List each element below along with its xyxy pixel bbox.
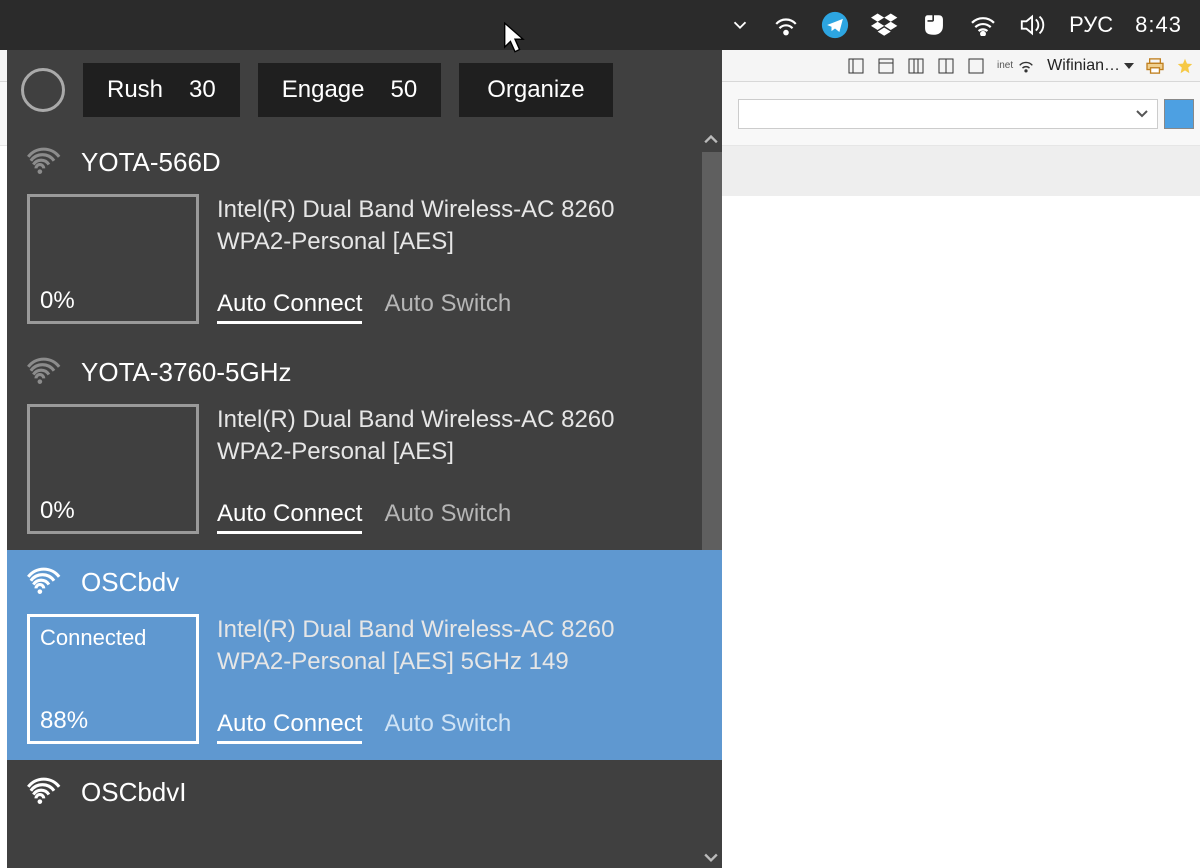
network-item[interactable]: YOTA-3760-5GHz 0% Intel(R) Dual Band Wirel… — [7, 340, 722, 550]
network-header[interactable]: YOTA-566D — [7, 130, 722, 194]
auto-connect-toggle[interactable]: Auto Connect — [217, 290, 362, 324]
star-icon[interactable] — [1176, 57, 1194, 75]
signal-percent: 0% — [40, 287, 186, 315]
network-ssid: OSCbdvI — [81, 777, 187, 808]
network-body: 0% Intel(R) Dual Band Wireless-AC 8260WPA… — [7, 404, 722, 550]
engage-button[interactable]: Engage 50 — [258, 63, 441, 117]
organize-label: Organize — [487, 76, 584, 104]
network-header[interactable]: OSCbdvI — [7, 760, 722, 824]
dropdown-field[interactable] — [738, 99, 1158, 129]
network-actions: Auto Connect Auto Switch — [217, 290, 702, 324]
rush-value: 30 — [189, 76, 216, 104]
chevron-down-icon[interactable] — [729, 14, 751, 36]
network-item[interactable]: OSCbdv Connected 88% Intel(R) Dual Band Wir… — [7, 550, 722, 760]
network-ssid: YOTA-566D — [81, 147, 221, 178]
adapter-text: Intel(R) Dual Band Wireless-AC 8260WPA2-… — [217, 194, 702, 259]
telegram-icon[interactable] — [821, 11, 849, 39]
system-taskbar: РУС 8:43 — [0, 0, 1200, 50]
layout-icon-4[interactable] — [937, 57, 955, 75]
printer-icon[interactable] — [1146, 57, 1164, 75]
wifi-panel: Rush 30 Engage 50 Organize YOTA-566D 0% In… — [7, 50, 722, 868]
engage-label: Engage — [282, 76, 365, 104]
network-info: Intel(R) Dual Band Wireless-AC 8260WPA2-… — [217, 194, 702, 324]
chevron-down-icon — [1135, 110, 1149, 118]
dropdown-caret-icon — [1124, 63, 1134, 69]
adapter-text: Intel(R) Dual Band Wireless-AC 8260WPA2-… — [217, 404, 702, 469]
signal-percent: 0% — [40, 497, 186, 525]
system-clock[interactable]: 8:43 — [1135, 12, 1182, 38]
wifi-signal-icon — [27, 147, 63, 177]
wifi-tray-icon[interactable] — [969, 14, 997, 36]
network-ssid: YOTA-3760-5GHz — [81, 357, 291, 388]
auto-connect-toggle[interactable]: Auto Connect — [217, 710, 362, 744]
wifi-signal-icon — [27, 357, 63, 387]
signal-box[interactable]: 0% — [27, 194, 199, 324]
wifi-signal-icon — [27, 777, 63, 807]
network-body: Connected 88% Intel(R) Dual Band Wireless-… — [7, 614, 722, 760]
adapter-text: Intel(R) Dual Band Wireless-AC 8260WPA2-… — [217, 614, 702, 679]
evernote-icon[interactable] — [921, 12, 947, 38]
auto-switch-toggle[interactable]: Auto Switch — [384, 290, 511, 324]
network-status — [40, 415, 186, 439]
rush-button[interactable]: Rush 30 — [83, 63, 240, 117]
signal-box[interactable]: Connected 88% — [27, 614, 199, 744]
network-info: Intel(R) Dual Band Wireless-AC 8260WPA2-… — [217, 614, 702, 744]
layout-icon-3[interactable] — [907, 57, 925, 75]
network-item[interactable]: YOTA-566D 0% Intel(R) Dual Band Wireless-A… — [7, 130, 722, 340]
signal-percent: 88% — [40, 707, 186, 735]
menu-text: Wifinian… — [1047, 57, 1120, 75]
auto-switch-toggle[interactable]: Auto Switch — [384, 710, 511, 744]
inet-label: inet — [997, 60, 1013, 71]
organize-button[interactable]: Organize — [459, 63, 612, 117]
monitor-thumbnail-icon[interactable] — [1164, 99, 1194, 129]
network-actions: Auto Connect Auto Switch — [217, 500, 702, 534]
network-header[interactable]: OSCbdv — [7, 550, 722, 614]
network-ssid: OSCbdv — [81, 567, 179, 598]
network-body: 0% Intel(R) Dual Band Wireless-AC 8260WPA… — [7, 194, 722, 340]
network-item[interactable]: OSCbdvI — [7, 760, 722, 824]
network-status — [40, 205, 186, 229]
wifi-signal-icon — [27, 567, 63, 597]
layout-icon[interactable] — [847, 57, 865, 75]
wifi-status-icon[interactable] — [773, 14, 799, 36]
network-header[interactable]: YOTA-3760-5GHz — [7, 340, 722, 404]
network-actions: Auto Connect Auto Switch — [217, 710, 702, 744]
network-info: Intel(R) Dual Band Wireless-AC 8260WPA2-… — [217, 404, 702, 534]
signal-box[interactable]: 0% — [27, 404, 199, 534]
network-list: YOTA-566D 0% Intel(R) Dual Band Wireless-A… — [7, 130, 722, 868]
language-indicator[interactable]: РУС — [1069, 12, 1113, 38]
background-row — [722, 146, 1200, 196]
rescan-button[interactable] — [21, 68, 65, 112]
dropbox-icon[interactable] — [871, 13, 899, 37]
app-menu-label[interactable]: Wifinian… — [1047, 57, 1134, 75]
layout-icon-5[interactable] — [967, 57, 985, 75]
engage-value: 50 — [390, 76, 417, 104]
network-status: Connected — [40, 625, 186, 651]
wifi-mini-icon[interactable] — [1017, 57, 1035, 75]
auto-connect-toggle[interactable]: Auto Connect — [217, 500, 362, 534]
auto-switch-toggle[interactable]: Auto Switch — [384, 500, 511, 534]
rush-label: Rush — [107, 76, 163, 104]
volume-icon[interactable] — [1019, 13, 1047, 37]
panel-header: Rush 30 Engage 50 Organize — [7, 50, 722, 130]
layout-icon-2[interactable] — [877, 57, 895, 75]
